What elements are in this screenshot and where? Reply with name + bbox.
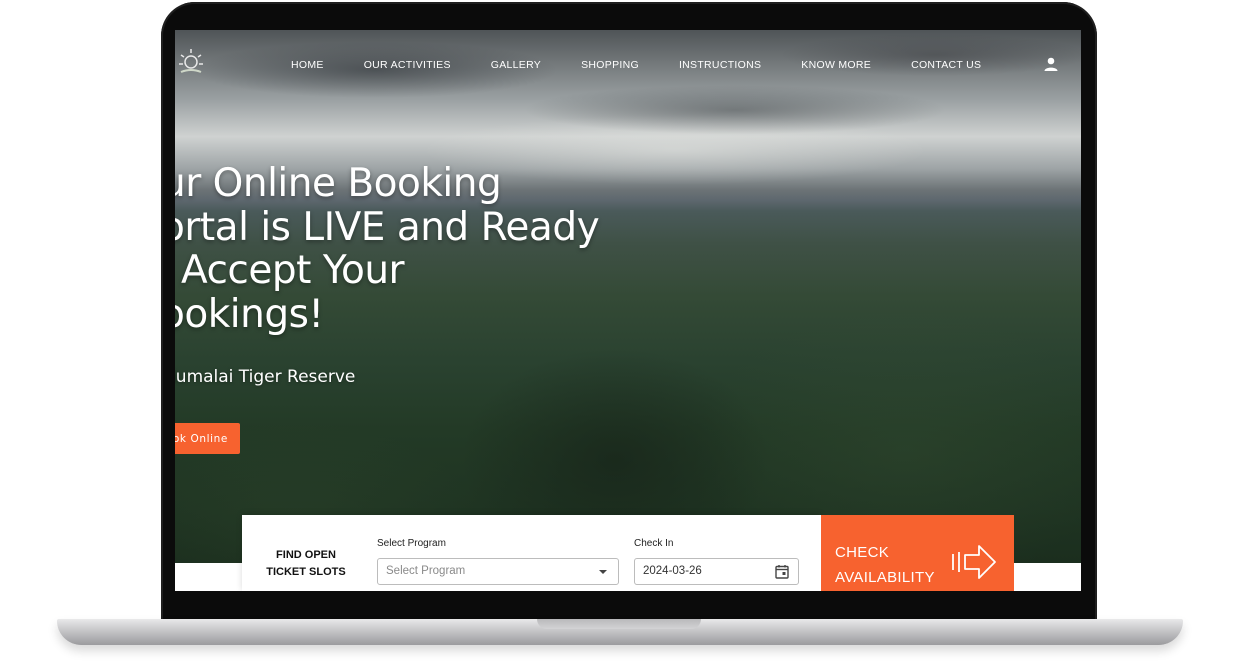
booking-widget: FIND OPEN TICKET SLOTS Select Program Se… bbox=[242, 515, 821, 591]
laptop-notch bbox=[537, 619, 701, 629]
checkin-date-input[interactable]: 2024-03-26 bbox=[634, 558, 799, 585]
program-select[interactable]: Select Program bbox=[377, 558, 619, 585]
chevron-down-icon bbox=[599, 570, 607, 574]
headline-line: ur Online Booking bbox=[175, 161, 502, 206]
hero-headline: ur Online Booking ortal is LIVE and Read… bbox=[175, 162, 641, 336]
nav-gallery[interactable]: GALLERY bbox=[491, 59, 541, 71]
nav-instructions[interactable]: INSTRUCTIONS bbox=[679, 59, 761, 71]
check-availability-label: CHECK AVAILABILITY bbox=[835, 540, 935, 590]
book-online-button[interactable]: ok Online bbox=[175, 423, 240, 454]
checkin-date-value: 2024-03-26 bbox=[643, 565, 702, 577]
program-label: Select Program bbox=[377, 538, 446, 549]
hero-subtitle: dumalai Tiger Reserve bbox=[175, 367, 356, 387]
nav-home[interactable]: HOME bbox=[291, 59, 324, 71]
headline-line: Accept Your bbox=[175, 249, 641, 293]
program-select-placeholder: Select Program bbox=[386, 565, 466, 577]
calendar-icon[interactable] bbox=[775, 564, 789, 579]
nav-contact-us[interactable]: CONTACT US bbox=[911, 59, 981, 71]
laptop-screen: HOME OUR ACTIVITIES GALLERY SHOPPING INS… bbox=[175, 30, 1081, 591]
double-bar-arrow-icon bbox=[952, 545, 996, 579]
find-label-line: TICKET SLOTS bbox=[266, 566, 346, 578]
user-icon[interactable] bbox=[1043, 56, 1059, 72]
headline-line-text: Accept Your bbox=[181, 248, 405, 293]
check-label-line: CHECK bbox=[835, 544, 890, 561]
find-label-line: FIND OPEN bbox=[276, 549, 336, 561]
main-nav: HOME OUR ACTIVITIES GALLERY SHOPPING INS… bbox=[291, 59, 1021, 71]
find-slots-label: FIND OPEN TICKET SLOTS bbox=[258, 547, 354, 581]
checkin-label: Check In bbox=[634, 538, 674, 549]
nav-know-more[interactable]: KNOW MORE bbox=[801, 59, 871, 71]
check-label-line: AVAILABILITY bbox=[835, 569, 935, 586]
headline-line: ortal is LIVE and Ready bbox=[175, 204, 600, 250]
nav-our-activities[interactable]: OUR ACTIVITIES bbox=[364, 59, 451, 71]
nav-shopping[interactable]: SHOPPING bbox=[581, 59, 639, 71]
headline-line: ookings! bbox=[175, 291, 324, 337]
check-availability-button[interactable]: CHECK AVAILABILITY bbox=[821, 515, 1014, 591]
sun-logo-icon[interactable] bbox=[177, 46, 205, 78]
